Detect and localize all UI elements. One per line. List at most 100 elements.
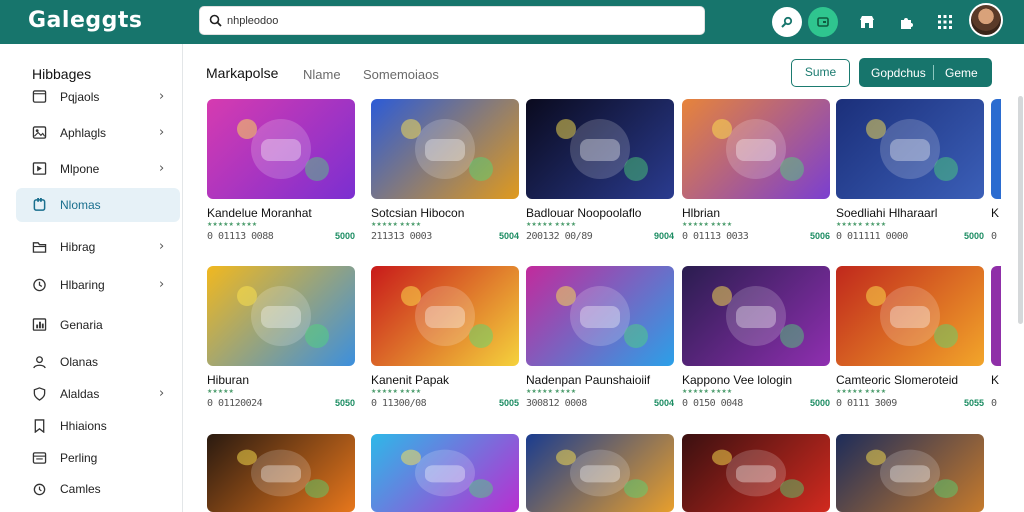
game-meta: 0 11300/08 — [371, 398, 427, 409]
kids-icon — [556, 449, 648, 498]
tab-markapolse[interactable]: Markapolse — [206, 65, 278, 81]
sidebar-item-perling[interactable]: Perling — [16, 441, 180, 475]
link-icon — [781, 16, 793, 28]
wallet-button[interactable] — [808, 7, 838, 37]
sidebar-item-hlbaring[interactable]: Hlbaring › — [16, 268, 180, 302]
game-title[interactable]: Badlouar Noopoolaflo — [526, 206, 641, 220]
puzzle-icon — [900, 17, 913, 29]
game-meta: 211313 0003 — [371, 231, 432, 242]
game-thumbnail[interactable] — [207, 266, 355, 366]
adventure-icon — [712, 119, 804, 181]
rating-stars: ★★★★★ ★★★★ — [836, 389, 887, 395]
game-meta: 0 — [991, 398, 997, 409]
sidebar-item-olanas[interactable]: Olanas — [16, 345, 180, 379]
game-meta: 0 011111 0000 — [836, 231, 908, 242]
game-title[interactable]: Nadenpan Paunshaioiif — [526, 373, 650, 387]
top-bar: Galeggts — [0, 0, 1024, 44]
game-title[interactable]: Soedliahi Hlharaarl — [836, 206, 937, 220]
extensions-button[interactable] — [891, 7, 921, 37]
sidebar-item-label: Mlpone — [60, 162, 100, 176]
game-price: 5004 — [498, 231, 519, 241]
sidebar-item-label: Hlbaring — [60, 278, 105, 292]
game-price: 5000 — [334, 231, 355, 241]
game-thumbnail[interactable] — [207, 434, 355, 512]
sidebar-item-hhiaions[interactable]: Hhiaions — [16, 409, 180, 443]
game-thumbnail[interactable] — [371, 434, 519, 512]
game-price: 5000 — [963, 231, 984, 241]
app-logo[interactable]: Galeggts — [28, 8, 142, 33]
geme-button[interactable]: Geme — [945, 66, 978, 80]
game-thumbnail[interactable] — [371, 99, 519, 199]
sidebar-item-pqjaols[interactable]: Pqjaols › — [16, 80, 180, 114]
tab-nlame[interactable]: Nlame — [303, 67, 341, 82]
game-thumbnail[interactable] — [991, 266, 1001, 366]
game-thumbnail[interactable] — [371, 266, 519, 366]
tab-somemoiaos[interactable]: Somemoiaos — [363, 67, 439, 82]
sume-button[interactable]: Sume — [791, 59, 850, 87]
game-thumbnail[interactable] — [526, 266, 674, 366]
game-thumbnail[interactable] — [991, 99, 1001, 199]
gopdchus-button[interactable]: Gopdchus — [871, 66, 926, 80]
game-title[interactable]: Sotcsian Hibocon — [371, 206, 464, 220]
bookmark-icon — [34, 419, 45, 433]
sidebar-item-nlomas[interactable]: Nlomas — [16, 188, 180, 222]
sword-icon — [712, 286, 804, 348]
sidebar-item-genaria[interactable]: Genaria — [16, 308, 180, 342]
game-thumbnail[interactable] — [836, 266, 984, 366]
clock2-icon — [33, 483, 46, 496]
sidebar-item-label: Genaria — [60, 318, 103, 332]
sidebar-item-mlpone[interactable]: Mlpone › — [16, 152, 180, 186]
game-title[interactable]: Kappono Vee lologin — [682, 373, 792, 387]
dwarf-icon — [866, 449, 958, 498]
game-thumbnail[interactable] — [836, 434, 984, 512]
game-thumbnail[interactable] — [526, 434, 674, 512]
game-meta: 0 01120024 — [207, 398, 263, 409]
game-title[interactable]: K — [991, 373, 999, 387]
candy-icon — [401, 449, 493, 498]
rating-stars: ★★★★★ — [207, 389, 234, 395]
heroes-icon — [556, 286, 648, 348]
media-icon — [32, 162, 47, 175]
game-title[interactable]: K — [991, 206, 999, 220]
scrollbar[interactable] — [1018, 96, 1023, 324]
game-title[interactable]: Camteoric Slomeroteid — [836, 373, 958, 387]
chart-icon — [32, 318, 47, 331]
game-thumbnail[interactable] — [682, 434, 830, 512]
sidebar-item-aphlagls[interactable]: Aphlagls › — [16, 116, 180, 150]
game-thumbnail[interactable] — [207, 99, 355, 199]
game-thumbnail[interactable] — [836, 99, 984, 199]
sidebar-item-alaldas[interactable]: Alaldas › — [16, 377, 180, 411]
sidebar-item-hibrag[interactable]: Hibrag › — [16, 230, 180, 264]
game-title[interactable]: Hiburan — [207, 373, 249, 387]
store-button[interactable] — [852, 7, 882, 37]
split-button[interactable]: Gopdchus Geme — [859, 58, 992, 87]
sidebar-item-label: Camles — [60, 482, 101, 496]
game-title[interactable]: Hlbrian — [682, 206, 720, 220]
fox-icon — [237, 449, 329, 498]
game-thumbnail[interactable] — [682, 266, 830, 366]
chevron-right-icon: › — [159, 125, 165, 140]
game-title[interactable]: Kanenit Papak — [371, 373, 449, 387]
game-title[interactable]: Kandelue Moranhat — [207, 206, 312, 220]
game-thumbnail[interactable] — [526, 99, 674, 199]
puzzle-game-icon — [237, 119, 329, 181]
sidebar-item-label: Olanas — [60, 355, 99, 369]
controller-icon — [401, 286, 493, 348]
sidebar-item-label: Pqjaols — [60, 90, 100, 104]
title-card-icon — [401, 119, 493, 181]
chevron-right-icon: › — [159, 161, 165, 176]
game-price: 5050 — [334, 398, 355, 408]
link-button[interactable] — [772, 7, 802, 37]
folder-icon — [32, 242, 47, 253]
search-box[interactable] — [199, 6, 705, 35]
game-meta: 200132 00/89 — [526, 231, 593, 242]
search-input[interactable] — [227, 10, 687, 32]
sidebar-item-camles[interactable]: Camles — [16, 472, 180, 506]
apps-button[interactable] — [930, 7, 960, 37]
game-price: 5055 — [963, 398, 984, 408]
game-price: 5005 — [498, 398, 519, 408]
grid-icon — [938, 15, 952, 29]
user-avatar[interactable] — [969, 3, 1003, 37]
game-thumbnail[interactable] — [682, 99, 830, 199]
sidebar-item-label: Alaldas — [60, 387, 100, 401]
